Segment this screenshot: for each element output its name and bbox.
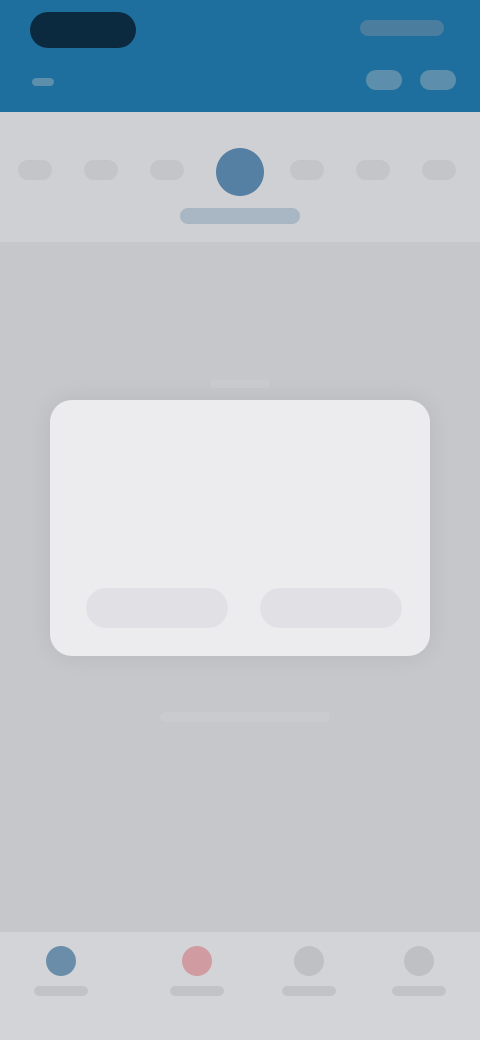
top-tabs <box>0 112 480 242</box>
alert-dialog <box>50 400 430 656</box>
tab-5[interactable] <box>290 160 324 180</box>
header-left-icon[interactable] <box>32 78 54 86</box>
bottom-nav <box>0 932 480 1040</box>
nav-second-label <box>170 986 224 996</box>
tab-active-icon[interactable] <box>216 148 264 196</box>
tab-2[interactable] <box>84 160 118 180</box>
nav-home-icon[interactable] <box>46 946 76 976</box>
tab-7[interactable] <box>422 160 456 180</box>
nav-third-icon[interactable] <box>294 946 324 976</box>
header-action-2[interactable] <box>420 70 456 90</box>
status-bar-right <box>360 20 444 36</box>
tab-1[interactable] <box>18 160 52 180</box>
content-placeholder-top <box>210 380 270 388</box>
confirm-button[interactable] <box>260 588 402 628</box>
tab-3[interactable] <box>150 160 184 180</box>
status-bar-left <box>30 12 136 48</box>
tab-6[interactable] <box>356 160 390 180</box>
nav-home-label <box>34 986 88 996</box>
nav-second-icon[interactable] <box>182 946 212 976</box>
cancel-button[interactable] <box>86 588 228 628</box>
app-header <box>0 0 480 112</box>
content-placeholder-bottom <box>160 712 330 722</box>
nav-third-label <box>282 986 336 996</box>
nav-fourth-icon[interactable] <box>404 946 434 976</box>
tab-active-label <box>180 208 300 224</box>
header-action-1[interactable] <box>366 70 402 90</box>
nav-fourth-label <box>392 986 446 996</box>
